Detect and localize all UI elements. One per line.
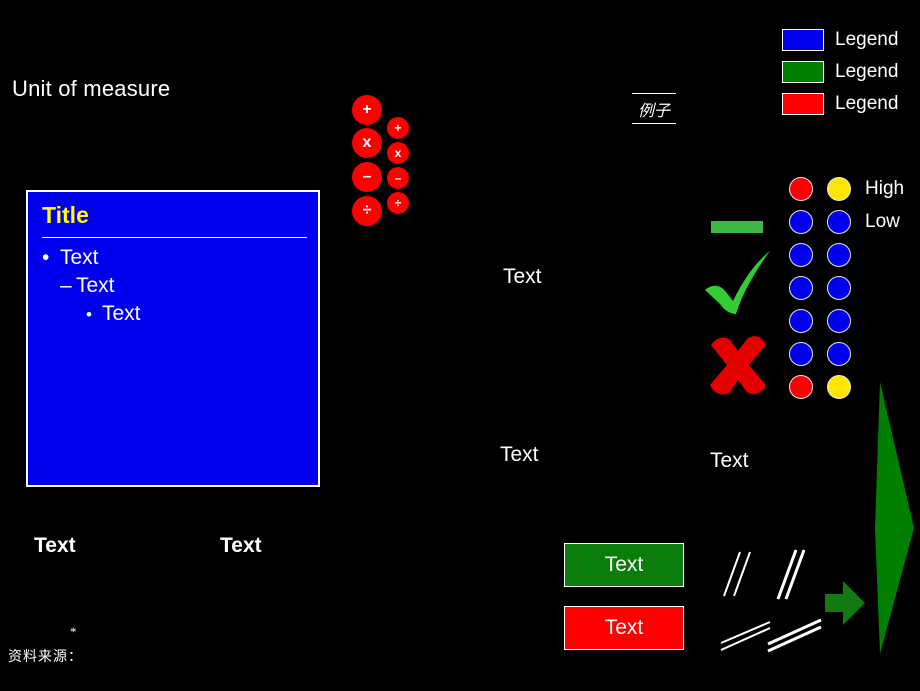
bold-text-label-2: Text bbox=[220, 534, 262, 557]
multiply-glyph: x bbox=[394, 146, 402, 160]
plus-glyph: + bbox=[394, 121, 402, 135]
table-row bbox=[789, 238, 904, 271]
red-button-label: Text bbox=[604, 616, 644, 639]
dot-left-red[interactable] bbox=[789, 176, 813, 201]
dot-left-red[interactable] bbox=[789, 374, 813, 399]
scale-label-low: Low bbox=[865, 210, 900, 232]
legend: Legend Legend Legend bbox=[782, 24, 898, 120]
unit-of-measure-label: Unit of measure bbox=[12, 76, 171, 101]
green-wedge-shape bbox=[875, 382, 914, 654]
list-item: – Text bbox=[60, 272, 312, 300]
content-box-title: Title bbox=[42, 202, 89, 228]
dash-icon bbox=[711, 221, 763, 233]
list-item: • Text bbox=[42, 244, 312, 272]
list-item-label: Text bbox=[60, 246, 99, 269]
minus-glyph: – bbox=[394, 171, 402, 185]
green-text-button[interactable]: Text bbox=[564, 543, 684, 587]
dot-left-blue[interactable] bbox=[789, 209, 813, 234]
dot-left-blue[interactable] bbox=[789, 242, 813, 267]
legend-swatch-blue bbox=[782, 29, 824, 51]
source-note: 资料来源： bbox=[8, 649, 83, 665]
legend-item-3[interactable]: Legend bbox=[782, 88, 898, 120]
minus-icon-large[interactable]: – bbox=[352, 162, 382, 192]
cross-icon bbox=[710, 336, 766, 395]
red-text-button[interactable]: Text bbox=[564, 606, 684, 650]
legend-item-2[interactable]: Legend bbox=[782, 56, 898, 88]
dot-right-blue[interactable] bbox=[827, 242, 851, 267]
plus-glyph: + bbox=[362, 101, 372, 118]
dot-left-blue[interactable] bbox=[789, 341, 813, 366]
divide-icon-small[interactable]: ÷ bbox=[387, 192, 409, 214]
dot-right-blue[interactable] bbox=[827, 308, 851, 333]
plain-text-label-1: Text bbox=[503, 265, 542, 288]
check-icon bbox=[705, 251, 770, 314]
plain-text-label-3: Text bbox=[710, 449, 749, 472]
title-divider bbox=[42, 237, 307, 238]
dot-right-yellow[interactable] bbox=[827, 374, 851, 399]
divide-icon-large[interactable]: ÷ bbox=[352, 196, 382, 226]
dot-left-blue[interactable] bbox=[789, 275, 813, 300]
dot-right-blue[interactable] bbox=[827, 209, 851, 234]
divide-glyph: ÷ bbox=[362, 202, 372, 219]
minus-glyph: – bbox=[362, 168, 372, 185]
minus-icon-small[interactable]: – bbox=[387, 167, 409, 189]
content-box-bullet-list: • Text – Text • Text bbox=[42, 244, 312, 329]
list-item: • Text bbox=[86, 300, 312, 329]
multiply-icon-large[interactable]: x bbox=[352, 128, 382, 158]
legend-item-1[interactable]: Legend bbox=[782, 24, 898, 56]
break-mark-steep-2 bbox=[776, 549, 806, 600]
dot-right-blue[interactable] bbox=[827, 341, 851, 366]
bullet-marker-icon: • bbox=[42, 246, 50, 269]
table-row bbox=[789, 271, 904, 304]
example-stamp: 例子 bbox=[632, 93, 676, 124]
table-row bbox=[789, 304, 904, 337]
footnote-asterisk: * bbox=[70, 624, 77, 639]
legend-swatch-green bbox=[782, 61, 824, 83]
bullet-marker-icon: • bbox=[86, 305, 92, 324]
content-box[interactable]: Title • Text – Text • Text bbox=[26, 190, 320, 487]
scale-label-high: High bbox=[865, 177, 905, 199]
list-item-label: Text bbox=[76, 274, 115, 297]
slide-canvas: Unit of measure Title • Text – Text • Te… bbox=[0, 0, 920, 691]
table-row bbox=[789, 337, 904, 370]
plus-icon-small[interactable]: + bbox=[387, 117, 409, 139]
plus-icon-large[interactable]: + bbox=[352, 95, 382, 125]
dot-left-blue[interactable] bbox=[789, 308, 813, 333]
green-button-label: Text bbox=[604, 553, 644, 576]
list-item-label: Text bbox=[102, 302, 141, 325]
legend-label: Legend bbox=[835, 93, 899, 114]
dot-right-blue[interactable] bbox=[827, 275, 851, 300]
break-mark-shallow-2 bbox=[767, 618, 822, 653]
dot-matrix: High Low bbox=[789, 172, 904, 403]
bold-text-label-1: Text bbox=[34, 534, 76, 557]
table-row: Low bbox=[789, 205, 904, 238]
dot-right-yellow[interactable] bbox=[827, 176, 851, 201]
table-row: High bbox=[789, 172, 904, 205]
break-mark-steep-1 bbox=[723, 551, 751, 597]
multiply-icon-small[interactable]: x bbox=[387, 142, 409, 164]
legend-label: Legend bbox=[835, 29, 899, 50]
plain-text-label-2: Text bbox=[500, 443, 539, 466]
dash-marker-icon: – bbox=[60, 274, 72, 297]
legend-swatch-red bbox=[782, 93, 824, 115]
legend-label: Legend bbox=[835, 61, 899, 82]
divide-glyph: ÷ bbox=[394, 196, 402, 210]
multiply-glyph: x bbox=[362, 134, 372, 151]
